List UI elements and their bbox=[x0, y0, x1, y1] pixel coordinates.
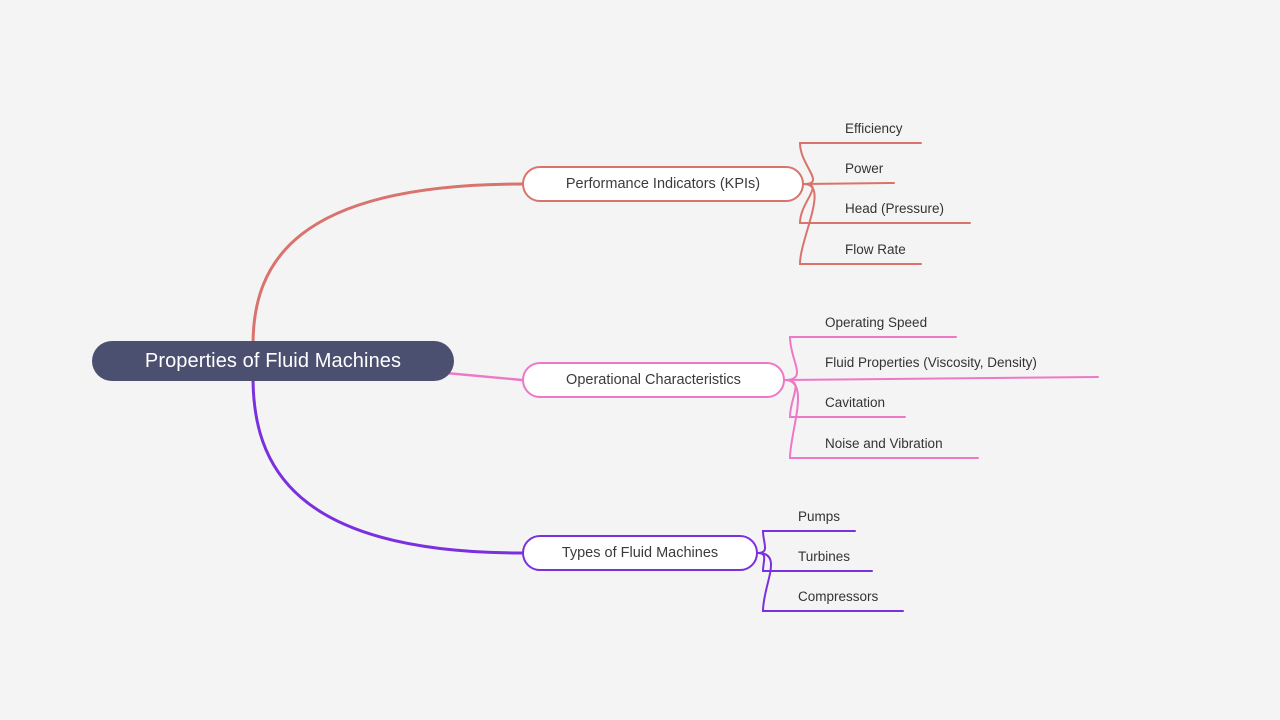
central-node[interactable]: Properties of Fluid Machines bbox=[92, 341, 454, 381]
leaf-node-noise-and-vibration[interactable]: Noise and Vibration bbox=[825, 437, 943, 451]
branch-node-label: Performance Indicators (KPIs) bbox=[565, 176, 761, 192]
leaf-node-label: Pumps bbox=[798, 509, 841, 524]
branch-node-label: Operational Characteristics bbox=[566, 372, 741, 388]
leaf-node-label: Head (Pressure) bbox=[845, 201, 945, 216]
leaf-node-label: Efficiency bbox=[845, 121, 903, 136]
leaf-node-compressors[interactable]: Compressors bbox=[798, 590, 878, 604]
leaf-node-operating-speed[interactable]: Operating Speed bbox=[825, 316, 927, 330]
mindmap-canvas: Properties of Fluid Machines Performance… bbox=[0, 0, 1280, 720]
central-node-label: Properties of Fluid Machines bbox=[144, 349, 402, 372]
leaf-node-label: Flow Rate bbox=[845, 242, 906, 257]
leaf-node-label: Noise and Vibration bbox=[825, 436, 943, 451]
leaf-node-power[interactable]: Power bbox=[845, 162, 883, 176]
leaf-node-head-pressure[interactable]: Head (Pressure) bbox=[845, 202, 944, 216]
branch-node-operational-characteristics[interactable]: Operational Characteristics bbox=[522, 362, 785, 398]
branch-node-performance-indicators[interactable]: Performance Indicators (KPIs) bbox=[522, 166, 804, 202]
branch-node-label: Types of Fluid Machines bbox=[561, 545, 719, 561]
leaf-node-label: Compressors bbox=[798, 589, 879, 604]
leaf-node-efficiency[interactable]: Efficiency bbox=[845, 122, 903, 136]
leaf-node-cavitation[interactable]: Cavitation bbox=[825, 396, 885, 410]
branch-node-types-of-fluid-machines[interactable]: Types of Fluid Machines bbox=[522, 535, 758, 571]
leaf-node-pumps[interactable]: Pumps bbox=[798, 510, 840, 524]
node-layer: Properties of Fluid Machines Performance… bbox=[0, 0, 1280, 720]
leaf-node-label: Fluid Properties (Viscosity, Density) bbox=[825, 355, 1037, 370]
leaf-node-label: Cavitation bbox=[825, 395, 886, 410]
leaf-node-flow-rate[interactable]: Flow Rate bbox=[845, 243, 906, 257]
leaf-node-label: Turbines bbox=[798, 549, 851, 564]
leaf-node-label: Operating Speed bbox=[825, 315, 928, 330]
leaf-node-fluid-properties[interactable]: Fluid Properties (Viscosity, Density) bbox=[825, 356, 1037, 370]
leaf-node-turbines[interactable]: Turbines bbox=[798, 550, 850, 564]
leaf-node-label: Power bbox=[845, 161, 884, 176]
